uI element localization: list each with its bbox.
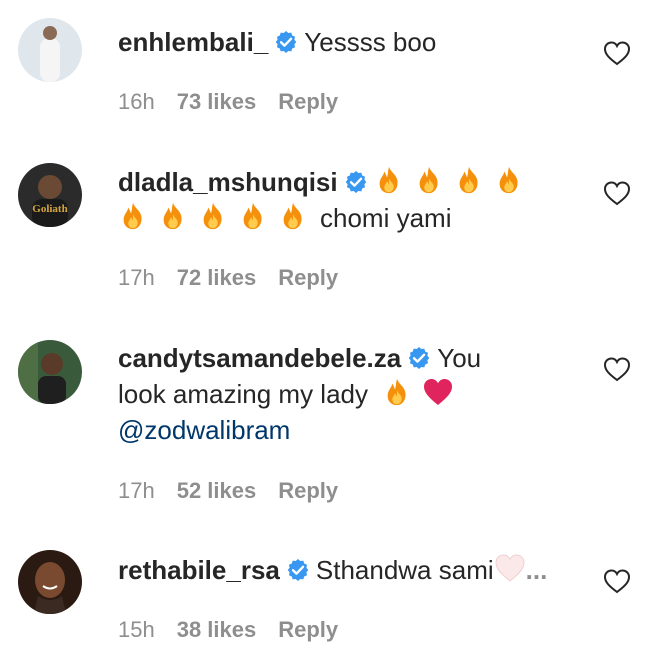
comment-text-part2: look amazing my lady [118, 379, 368, 409]
comment-meta: 16h 73 likes Reply [118, 89, 360, 115]
reply-button[interactable]: Reply [278, 89, 338, 114]
fire-emoji [118, 201, 148, 231]
comment-meta: 15h 38 likes Reply [118, 617, 360, 643]
comment-body: rethabile_rsa Sthandwa sami... [118, 552, 588, 588]
truncation-ellipsis[interactable]: ... [526, 555, 548, 585]
comment-meta: 17h 52 likes Reply [118, 478, 360, 504]
white-heart-emoji [495, 554, 525, 582]
fire-emoji [374, 165, 404, 195]
fire-emoji [454, 165, 484, 195]
comment-time[interactable]: 15h [118, 617, 155, 642]
comment-username[interactable]: dladla_mshunqisi [118, 167, 338, 197]
like-comment-button[interactable] [603, 40, 631, 66]
heart-outline-icon [603, 180, 631, 206]
fire-emoji [278, 201, 308, 231]
comment-body: enhlembali_ Yessss boo [118, 24, 588, 60]
avatar[interactable]: Goliath [18, 163, 82, 227]
like-comment-button[interactable] [603, 356, 631, 382]
reply-button[interactable]: Reply [278, 617, 338, 642]
likes-count[interactable]: 52 likes [177, 478, 257, 503]
reply-button[interactable]: Reply [278, 478, 338, 503]
avatar[interactable] [18, 550, 82, 614]
fire-emoji [158, 201, 188, 231]
fire-emoji [494, 165, 524, 195]
fire-emoji [198, 201, 228, 231]
fire-emoji [238, 201, 268, 231]
verified-badge-icon [407, 346, 431, 370]
like-comment-button[interactable] [603, 568, 631, 594]
mention-link[interactable]: @zodwalibram [118, 415, 290, 445]
comment-meta: 17h 72 likes Reply [118, 265, 360, 291]
likes-count[interactable]: 73 likes [177, 89, 257, 114]
comment-username[interactable]: candytsamandebele.za [118, 343, 401, 373]
verified-badge-icon [274, 30, 298, 54]
comment-body: candytsamandebele.za You look amazing my … [118, 340, 588, 448]
comment-text-part1: You [437, 343, 482, 373]
avatar-logo-text: Goliath [32, 203, 68, 215]
avatar[interactable] [18, 18, 82, 82]
avatar[interactable] [18, 340, 82, 404]
comment-username[interactable]: rethabile_rsa [118, 555, 280, 585]
heart-outline-icon [603, 356, 631, 382]
likes-count[interactable]: 72 likes [177, 265, 257, 290]
reply-button[interactable]: Reply [278, 265, 338, 290]
comment-time[interactable]: 17h [118, 478, 155, 503]
comment-text: Yessss boo [304, 27, 437, 57]
verified-badge-icon [344, 170, 368, 194]
red-heart-emoji [424, 379, 453, 405]
fire-emoji [382, 377, 412, 407]
heart-outline-icon [603, 40, 631, 66]
comment-text: chomi yami [320, 203, 452, 233]
comment-time[interactable]: 17h [118, 265, 155, 290]
like-comment-button[interactable] [603, 180, 631, 206]
comment-body: dladla_mshunqisi chomi yami [118, 164, 588, 236]
comment-time[interactable]: 16h [118, 89, 155, 114]
likes-count[interactable]: 38 likes [177, 617, 257, 642]
comment-username[interactable]: enhlembali_ [118, 27, 268, 57]
fire-emoji [414, 165, 444, 195]
verified-badge-icon [286, 558, 310, 582]
heart-outline-icon [603, 568, 631, 594]
comment-text: Sthandwa sami [315, 555, 494, 585]
